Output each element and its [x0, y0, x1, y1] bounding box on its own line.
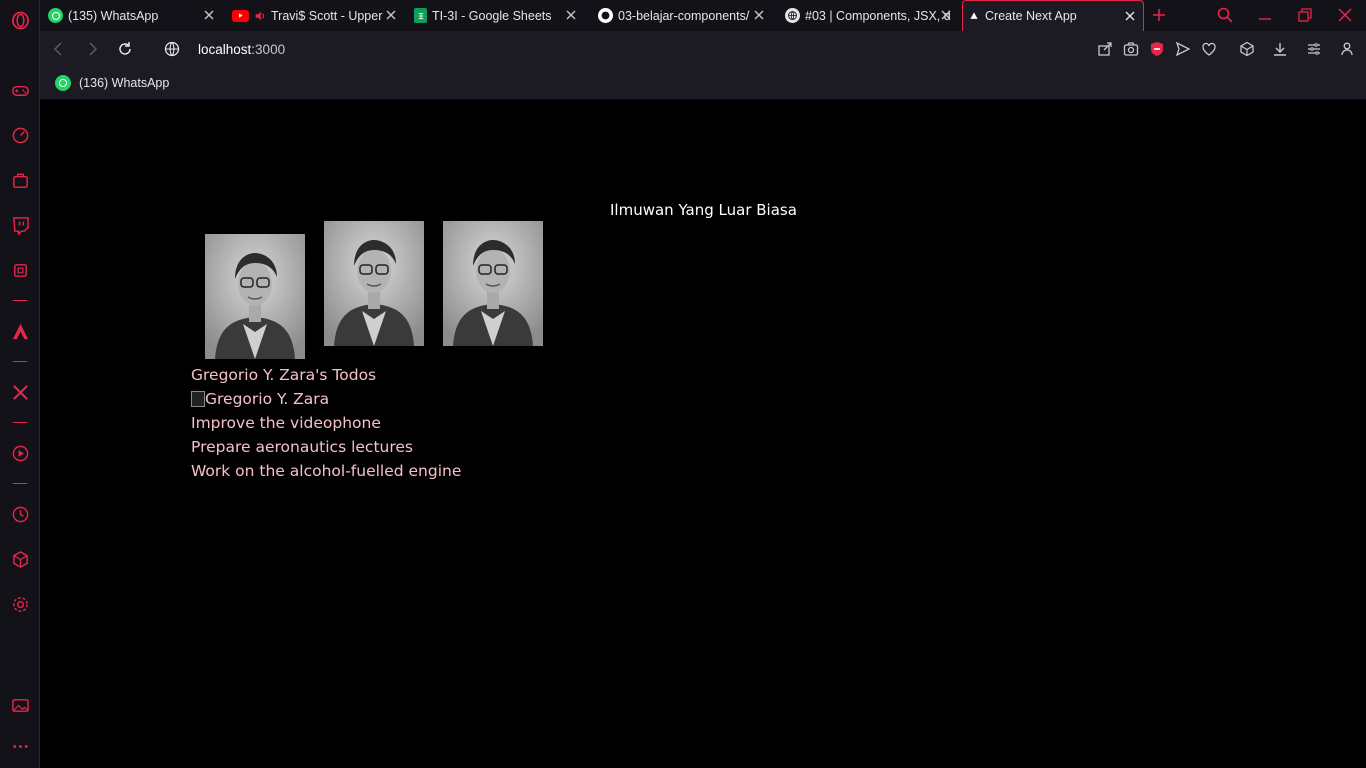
sidebar-divider — [13, 483, 27, 484]
close-icon[interactable] — [202, 8, 216, 22]
close-window-icon[interactable] — [1336, 6, 1354, 24]
tab-whatsapp[interactable]: (135) WhatsApp — [42, 0, 222, 31]
tab-components-article[interactable]: #03 | Components, JSX, d — [779, 0, 959, 31]
x-twitter-icon[interactable] — [10, 382, 30, 402]
settings-gear-icon[interactable] — [10, 594, 30, 614]
sidebar-divider — [13, 422, 27, 423]
more-dots-icon[interactable] — [10, 736, 30, 756]
heart-bookmark-icon[interactable] — [1201, 41, 1217, 57]
address-bar: localhost:3000 — [40, 31, 1366, 68]
tab-bar: (135) WhatsApp Travi$ Scott - Upper TI-3… — [40, 0, 1366, 31]
gallery-icon[interactable] — [10, 695, 30, 715]
bookmark-whatsapp[interactable]: (136) WhatsApp — [55, 75, 169, 91]
github-icon — [598, 8, 613, 23]
tab-title: TI-3I - Google Sheets — [432, 8, 552, 23]
gamepad-icon[interactable] — [10, 80, 30, 100]
new-tab-plus-icon[interactable] — [1151, 7, 1167, 23]
avatar-broken-image: Gregorio Y. Zara — [191, 390, 329, 408]
whatsapp-icon — [48, 8, 63, 23]
adblock-shield-icon[interactable] — [1149, 41, 1165, 57]
minimize-icon[interactable] — [1256, 6, 1274, 24]
page-heading: Ilmuwan Yang Luar Biasa — [610, 201, 797, 219]
url-port: :3000 — [251, 42, 286, 57]
url-field[interactable]: localhost:3000 — [198, 42, 285, 57]
bookmark-label: (136) WhatsApp — [79, 76, 170, 90]
close-icon[interactable] — [1123, 9, 1137, 23]
browser-sidebar — [0, 0, 40, 768]
tab-google-sheets[interactable]: TI-3I - Google Sheets — [408, 0, 584, 31]
whatsapp-icon — [55, 75, 71, 91]
youtube-icon — [232, 9, 249, 22]
speaker-audio-icon[interactable] — [254, 10, 266, 22]
scientist-photo — [205, 234, 305, 359]
player-icon[interactable] — [10, 443, 30, 463]
sheets-icon — [414, 8, 427, 23]
download-icon[interactable] — [1272, 41, 1288, 57]
close-icon[interactable] — [752, 8, 766, 22]
nextjs-triangle-icon — [970, 12, 978, 19]
scientist-photo — [443, 221, 543, 346]
profile-user-icon[interactable] — [1339, 41, 1355, 57]
close-icon[interactable] — [564, 8, 578, 22]
twitch-icon[interactable] — [10, 215, 30, 235]
sidebar-divider — [13, 361, 27, 362]
opera-logo-icon[interactable] — [10, 10, 30, 30]
avatar-alt-text: Gregorio Y. Zara — [205, 390, 330, 408]
aria-icon[interactable] — [10, 321, 30, 341]
share-icon[interactable] — [1097, 41, 1113, 57]
chip-icon[interactable] — [10, 260, 30, 280]
speedometer-icon[interactable] — [10, 125, 30, 145]
restore-window-icon[interactable] — [1296, 6, 1314, 24]
back-arrow-icon[interactable] — [50, 40, 68, 58]
tab-title: Create Next App — [985, 9, 1077, 23]
todo-list-title: Gregorio Y. Zara's Todos — [191, 366, 377, 384]
site-info-globe-icon[interactable] — [163, 40, 181, 58]
easy-setup-sliders-icon[interactable] — [1306, 41, 1322, 57]
todo-item: Prepare aeronautics lectures — [191, 438, 413, 456]
bookmarks-bar: (136) WhatsApp — [40, 68, 1366, 100]
tab-title: (135) WhatsApp — [68, 8, 159, 23]
reload-icon[interactable] — [116, 40, 134, 58]
tab-title: #03 | Components, JSX, d — [805, 8, 951, 23]
extensions-cube-icon[interactable] — [1239, 41, 1255, 57]
todo-item: Improve the videophone — [191, 414, 381, 432]
tab-create-next-app[interactable]: Create Next App — [962, 0, 1144, 31]
close-icon[interactable] — [384, 8, 398, 22]
history-clock-icon[interactable] — [10, 504, 30, 524]
tab-github[interactable]: 03-belajar-components/ — [592, 0, 772, 31]
tab-search-icon[interactable] — [1216, 6, 1234, 24]
sidebar-divider — [13, 300, 27, 301]
page-content: Ilmuwan Yang Luar Biasa Gregorio Y. Zara… — [41, 101, 1366, 768]
broken-image-icon — [191, 391, 205, 407]
todo-item: Work on the alcohol-fuelled engine — [191, 462, 462, 480]
scientist-photo — [324, 221, 424, 346]
globe-icon — [785, 8, 800, 23]
extensions-cube-icon[interactable] — [10, 549, 30, 569]
briefcase-icon[interactable] — [10, 170, 30, 190]
forward-arrow-icon[interactable] — [83, 40, 101, 58]
tab-title: 03-belajar-components/ — [618, 8, 750, 23]
camera-snapshot-icon[interactable] — [1123, 41, 1139, 57]
close-icon[interactable] — [939, 8, 953, 22]
tab-youtube[interactable]: Travi$ Scott - Upper — [226, 0, 404, 31]
send-icon[interactable] — [1175, 41, 1191, 57]
url-host: localhost — [198, 42, 252, 57]
